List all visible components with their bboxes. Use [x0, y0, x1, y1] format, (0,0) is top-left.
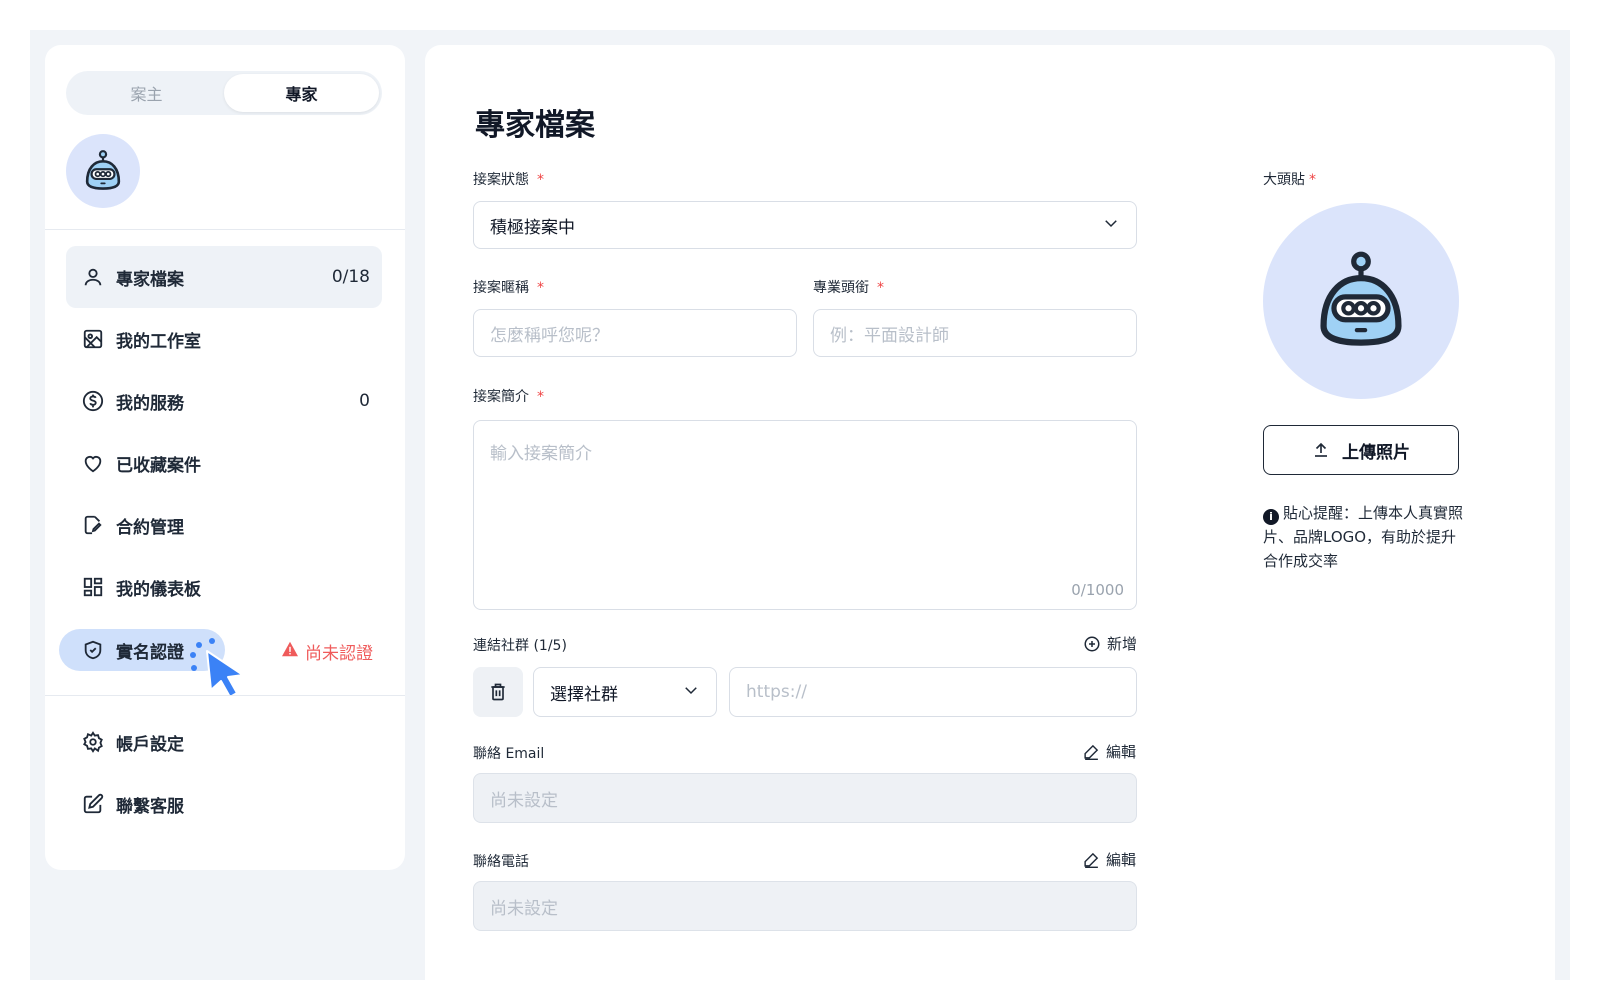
profile-progress-count: 0/18 — [331, 267, 370, 287]
sidebar-item-label: 我的服務 — [116, 393, 184, 414]
divider — [45, 229, 405, 230]
chevron-down-icon — [1102, 214, 1120, 237]
sidebar-item-studio[interactable]: 我的工作室 — [66, 308, 382, 370]
robot-mascot-icon — [1320, 251, 1402, 346]
char-counter: 0/1000 — [1071, 581, 1124, 599]
upload-tip: i 貼心提醒：上傳本人真實照片、品牌LOGO，有助於提升合作成交率 — [1263, 504, 1464, 570]
sidebar-item-label: 合約管理 — [116, 517, 184, 538]
job-title-input[interactable]: 例：平面設計師 — [813, 309, 1137, 357]
social-url-input[interactable]: https:// — [729, 667, 1137, 717]
sidebar-item-label: 已收藏案件 — [116, 455, 201, 476]
nickname-label: 接案暱稱 * — [473, 280, 544, 296]
status-select[interactable]: 積極接案中 — [473, 201, 1137, 249]
pencil-icon — [1083, 743, 1100, 760]
avatar-label: 大頭貼 * — [1263, 172, 1316, 188]
verification-status-text: 尚未認證 — [305, 644, 373, 664]
add-social-button[interactable]: 新增 — [1083, 633, 1137, 654]
trash-icon — [491, 683, 505, 701]
edit-icon — [80, 791, 106, 817]
robot-mascot-icon — [85, 150, 121, 190]
gallery-icon — [80, 326, 106, 352]
upload-icon — [1312, 441, 1330, 459]
role-toggle: 案主 專家 — [66, 71, 382, 115]
status-label: 接案狀態 * — [473, 172, 544, 188]
gear-icon — [80, 729, 106, 755]
phone-label: 聯絡電話 — [473, 854, 529, 870]
sidebar-item-label: 專家檔案 — [116, 269, 184, 290]
sidebar: 案主 專家 專家檔案 0/18 我的工作室 我的服務 0 已收藏案件 合約管理 … — [45, 45, 405, 870]
warning-icon — [281, 641, 299, 662]
chevron-down-icon — [682, 681, 700, 704]
verification-status: 尚未認證 — [281, 639, 373, 664]
avatar-preview — [1263, 203, 1459, 399]
email-label: 聯絡 Email — [473, 746, 545, 762]
sidebar-item-label: 帳戶設定 — [116, 734, 184, 755]
role-expert-tab[interactable]: 專家 — [224, 74, 379, 112]
sidebar-item-contracts[interactable]: 合約管理 — [66, 494, 382, 556]
sidebar-item-label: 聯繫客服 — [116, 796, 184, 817]
social-platform-select[interactable]: 選擇社群 — [533, 667, 717, 717]
edit-phone-button[interactable]: 編輯 — [1083, 849, 1136, 870]
divider — [45, 695, 405, 696]
upload-photo-button[interactable]: 上傳照片 — [1263, 425, 1459, 475]
sidebar-item-saved-projects[interactable]: 已收藏案件 — [66, 432, 382, 494]
contract-icon — [80, 512, 106, 538]
sidebar-item-expert-profile[interactable]: 專家檔案 0/18 — [66, 246, 382, 308]
job-title-label: 專業頭銜 * — [813, 280, 884, 296]
heart-icon — [80, 450, 106, 476]
nickname-input[interactable]: 怎麼稱呼您呢？ — [473, 309, 797, 357]
intro-textarea[interactable]: 輸入接案簡介 0/1000 — [473, 420, 1137, 610]
social-label: 連結社群 (1/5) — [473, 638, 567, 654]
edit-email-button[interactable]: 編輯 — [1083, 741, 1136, 762]
profile-form-panel: 專家檔案 接案狀態 * 積極接案中 接案暱稱 * 怎麼稱呼您呢？ 專業頭銜 * 例：平… — [425, 45, 1555, 980]
avatar[interactable] — [66, 134, 140, 208]
page-title: 專家檔案 — [475, 108, 595, 143]
sidebar-item-label: 我的儀表板 — [116, 579, 201, 600]
services-count: 0 — [359, 391, 370, 411]
plus-circle-icon — [1083, 635, 1101, 653]
sidebar-item-account-settings[interactable]: 帳戶設定 — [66, 711, 382, 773]
pencil-icon — [1083, 851, 1100, 868]
dollar-icon — [80, 388, 106, 414]
phone-field: 尚未設定 — [473, 881, 1137, 931]
role-client-tab[interactable]: 案主 — [69, 74, 224, 112]
sidebar-item-contact-support[interactable]: 聯繫客服 — [66, 773, 382, 835]
dashboard-icon — [80, 574, 106, 600]
sidebar-item-label: 我的工作室 — [116, 331, 201, 352]
sidebar-item-services[interactable]: 我的服務 0 — [66, 370, 382, 432]
delete-social-button[interactable] — [473, 667, 523, 717]
info-icon: i — [1263, 509, 1279, 525]
shield-icon — [80, 637, 106, 663]
email-field: 尚未設定 — [473, 773, 1137, 823]
intro-label: 接案簡介 * — [473, 389, 544, 405]
user-icon — [80, 264, 106, 290]
sidebar-item-dashboard[interactable]: 我的儀表板 — [66, 556, 382, 618]
